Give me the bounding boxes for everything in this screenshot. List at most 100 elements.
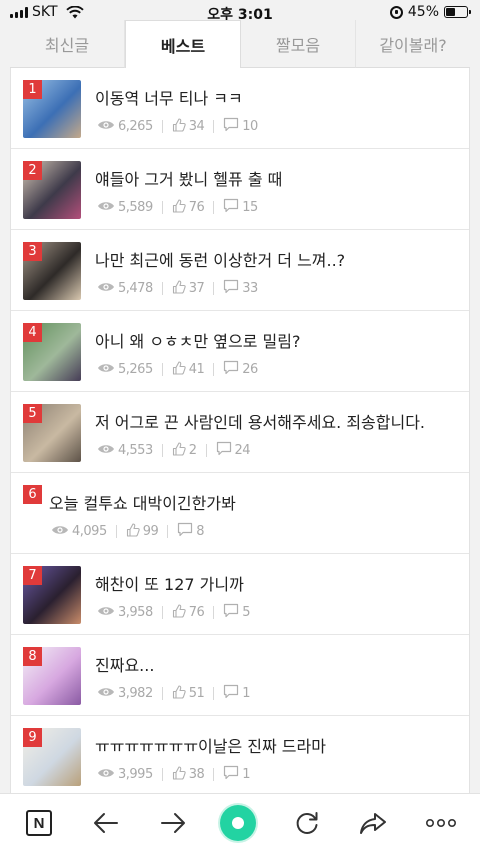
like-count: 41 xyxy=(188,362,205,377)
category-tabs: 최신글 베스트 짤모음 같이볼래? xyxy=(10,20,470,68)
list-item[interactable]: 7 해찬이 또 127 가니까 3,958 76 5 xyxy=(11,554,469,635)
rank-badge: 4 xyxy=(23,323,42,342)
like-count: 51 xyxy=(188,686,205,701)
forward-button[interactable] xyxy=(158,808,188,838)
forward-arrow-icon xyxy=(161,813,185,833)
post-meta: 3,958 76 5 xyxy=(97,603,251,622)
more-button[interactable] xyxy=(424,808,458,838)
comment-icon xyxy=(216,441,232,460)
list-item[interactable]: 5 저 어그로 끈 사람인데 용서해주세요. 죄송합니다. 4,553 2 24 xyxy=(11,392,469,473)
like-count: 2 xyxy=(188,443,197,458)
eye-icon xyxy=(97,200,115,216)
list-item[interactable]: 9 ㅠㅠㅠㅠㅠㅠㅠ이날은 진짜 드라마 3,995 38 1 xyxy=(11,716,469,797)
rank-badge: 6 xyxy=(23,485,42,504)
thumbs-up-icon xyxy=(172,603,186,622)
divider xyxy=(161,444,163,457)
divider xyxy=(161,687,163,700)
eye-icon xyxy=(97,119,115,135)
refresh-icon xyxy=(296,812,318,834)
list-item[interactable]: 8 진짜요... 3,982 51 1 xyxy=(11,635,469,716)
rank-badge: 1 xyxy=(23,80,42,99)
naver-home-icon: N xyxy=(26,810,52,836)
comment-icon xyxy=(223,765,239,784)
post-title[interactable]: 해찬이 또 127 가니까 xyxy=(95,571,244,595)
like-count: 76 xyxy=(188,605,205,620)
thumbs-up-icon xyxy=(126,522,140,541)
rank-badge: 3 xyxy=(23,242,42,261)
view-count: 5,265 xyxy=(118,362,153,377)
post-title[interactable]: ㅠㅠㅠㅠㅠㅠㅠ이날은 진짜 드라마 xyxy=(95,733,326,757)
comment-count: 33 xyxy=(242,281,258,296)
divider xyxy=(213,120,215,133)
post-meta: 5,265 41 26 xyxy=(97,360,258,379)
rank-badge: 8 xyxy=(23,647,42,666)
rotation-lock-icon xyxy=(389,5,403,19)
view-count: 3,995 xyxy=(118,767,153,782)
status-right: 45% xyxy=(389,4,471,20)
post-title[interactable]: 얘들아 그거 봤니 헬퓨 출 때 xyxy=(95,166,282,190)
rank-badge: 7 xyxy=(23,566,42,585)
browser-bottom-bar: N xyxy=(0,793,480,853)
divider xyxy=(115,525,117,538)
comment-icon xyxy=(223,603,239,622)
comment-count: 1 xyxy=(242,767,251,782)
comment-icon xyxy=(223,117,239,136)
view-count: 3,958 xyxy=(118,605,153,620)
divider xyxy=(213,282,215,295)
divider xyxy=(213,201,215,214)
comment-count: 24 xyxy=(234,443,251,458)
eye-icon xyxy=(97,281,115,297)
list-item[interactable]: 1 이동역 너무 티나 ㅋㅋ 6,265 34 10 xyxy=(11,68,469,149)
green-dot-button[interactable] xyxy=(220,805,256,841)
post-title[interactable]: 아니 왜 ㅇㅎㅊ만 옆으로 밀림? xyxy=(95,328,300,352)
comment-count: 1 xyxy=(242,686,251,701)
share-button[interactable] xyxy=(358,808,388,838)
list-item[interactable]: 4 아니 왜 ㅇㅎㅊ만 옆으로 밀림? 5,265 41 26 xyxy=(11,311,469,392)
thumbs-up-icon xyxy=(172,441,186,460)
view-count: 4,553 xyxy=(118,443,153,458)
comment-icon xyxy=(177,522,193,541)
post-title[interactable]: 오늘 컬투쇼 대박이긴한가봐 xyxy=(49,490,236,514)
comment-count: 8 xyxy=(196,524,205,539)
share-icon xyxy=(360,813,386,834)
divider xyxy=(161,363,163,376)
list-item[interactable]: 2 얘들아 그거 봤니 헬퓨 출 때 5,589 76 15 xyxy=(11,149,469,230)
view-count: 4,095 xyxy=(72,524,107,539)
thumbs-up-icon xyxy=(172,360,186,379)
post-meta: 5,589 76 15 xyxy=(97,198,258,217)
eye-icon xyxy=(97,686,115,702)
list-item[interactable]: 6 오늘 컬투쇼 대박이긴한가봐 4,095 99 8 xyxy=(11,473,469,554)
post-meta: 6,265 34 10 xyxy=(97,117,258,136)
post-title[interactable]: 이동역 너무 티나 ㅋㅋ xyxy=(95,85,243,109)
refresh-button[interactable] xyxy=(292,808,322,838)
tab-3[interactable]: 같이볼래? xyxy=(356,20,470,68)
post-title[interactable]: 진짜요... xyxy=(95,652,154,676)
thumbs-up-icon xyxy=(172,117,186,136)
divider xyxy=(161,120,163,133)
list-item[interactable]: 3 나만 최근에 동런 이상한거 더 느껴..? 5,478 37 33 xyxy=(11,230,469,311)
post-title[interactable]: 저 어그로 끈 사람인데 용서해주세요. 죄송합니다. xyxy=(95,409,425,433)
rank-badge: 5 xyxy=(23,404,42,423)
tab-1[interactable]: 베스트 xyxy=(125,20,241,68)
like-count: 34 xyxy=(188,119,205,134)
post-meta: 3,982 51 1 xyxy=(97,684,251,703)
post-title[interactable]: 나만 최근에 동런 이상한거 더 느껴..? xyxy=(95,247,345,271)
back-button[interactable] xyxy=(91,808,121,838)
best-post-list: 1 이동역 너무 티나 ㅋㅋ 6,265 34 10 2 얘들아 그거 봤니 헬퓨 출 때 5… xyxy=(10,68,470,797)
tab-0[interactable]: 최신글 xyxy=(10,20,125,68)
comment-count: 5 xyxy=(242,605,251,620)
thumbs-up-icon xyxy=(172,765,186,784)
tab-2[interactable]: 짤모음 xyxy=(241,20,356,68)
divider xyxy=(167,525,169,538)
back-arrow-icon xyxy=(94,813,118,833)
naver-home-button[interactable]: N xyxy=(24,808,54,838)
post-meta: 4,095 99 8 xyxy=(51,522,205,541)
eye-icon xyxy=(97,362,115,378)
rank-badge: 9 xyxy=(23,728,42,747)
eye-icon xyxy=(97,767,115,783)
view-count: 5,478 xyxy=(118,281,153,296)
divider xyxy=(161,201,163,214)
post-meta: 3,995 38 1 xyxy=(97,765,251,784)
post-meta: 5,478 37 33 xyxy=(97,279,258,298)
battery-icon xyxy=(444,6,471,18)
